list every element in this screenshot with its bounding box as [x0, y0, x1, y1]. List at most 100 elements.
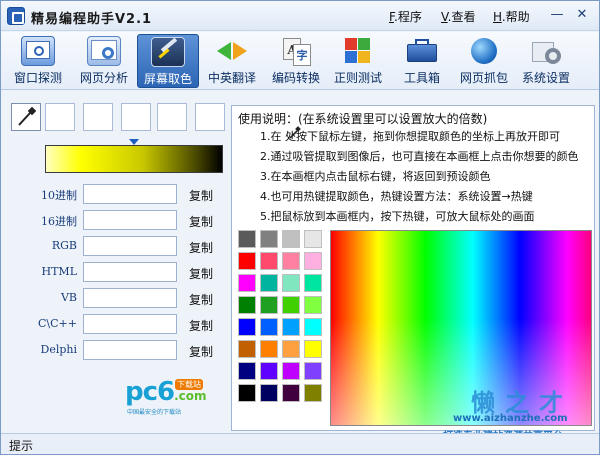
app-window: 精易编程助手V2.1 F.程序 V.查看 H.帮助 — ✕ 窗口探测 网页分析	[0, 0, 600, 455]
vb-label: VB	[60, 291, 77, 304]
usage-line: 5.把鼠标放到本画框内，按下热键，可放大鼠标处的画面	[260, 210, 535, 223]
palette-color-cell[interactable]	[260, 296, 278, 314]
minimize-button[interactable]: —	[546, 6, 568, 24]
palette-color-cell[interactable]	[282, 252, 300, 270]
rgb-field[interactable]	[83, 236, 177, 256]
toolbox-icon	[405, 36, 439, 66]
tool-toolbox[interactable]: 工具箱	[391, 34, 453, 88]
palette-color-cell[interactable]	[260, 340, 278, 358]
status-text: 提示	[9, 439, 34, 453]
usage-line: 1.在 处按下鼠标左键，拖到你想提取颜色的坐标上再放开即可	[260, 130, 560, 143]
palette-color-cell[interactable]	[260, 252, 278, 270]
pc6-logo: pc6.com 下载站 中国最安全的下载站	[125, 377, 207, 416]
tool-screen-color-picker[interactable]: 屏幕取色	[137, 34, 199, 88]
palette-color-cell[interactable]	[238, 274, 256, 292]
preset-palette	[238, 230, 326, 406]
tool-packet-capture[interactable]: 网页抓包	[453, 34, 515, 88]
window-title: 精易编程助手V2.1	[31, 12, 153, 27]
eyedropper-icon	[18, 106, 37, 126]
copy-rgb-button[interactable]: 复制	[189, 239, 213, 256]
usage-line: 4.也可用热键提取颜色，热键设置方法：系统设置→热键	[260, 190, 533, 203]
palette-color-cell[interactable]	[260, 384, 278, 402]
menu-view[interactable]: V.查看	[441, 8, 476, 25]
title-bar: 精易编程助手V2.1 F.程序 V.查看 H.帮助 — ✕	[1, 1, 599, 31]
encoding-convert-icon: A 字	[279, 36, 313, 66]
tool-window-probe[interactable]: 窗口探测	[7, 34, 69, 88]
palette-color-cell[interactable]	[260, 274, 278, 292]
tool-settings[interactable]: 系统设置	[515, 34, 577, 88]
copy-html-button[interactable]: 复制	[189, 265, 213, 282]
tool-translate[interactable]: 中英翻译	[201, 34, 263, 88]
app-logo-icon	[7, 7, 25, 25]
color-swatch[interactable]	[157, 103, 187, 131]
settings-icon	[529, 36, 563, 66]
web-analysis-icon	[87, 36, 121, 66]
color-panel: 10进制 复制 16进制 复制 RGB 复制 HTML 复制 VB 复制 C\C…	[7, 97, 229, 429]
copy-delphi-button[interactable]: 复制	[189, 343, 213, 360]
copy-dec-button[interactable]: 复制	[189, 187, 213, 204]
html-field[interactable]	[83, 262, 177, 282]
palette-color-cell[interactable]	[282, 362, 300, 380]
main-toolbar: 窗口探测 网页分析 屏幕取色 中英翻译 A 字 编码转换 正则测试 工具箱 网页…	[1, 32, 599, 90]
palette-color-cell[interactable]	[260, 230, 278, 248]
palette-color-cell[interactable]	[304, 340, 322, 358]
palette-color-cell[interactable]	[282, 274, 300, 292]
color-swatch[interactable]	[121, 103, 151, 131]
dec-label: 10进制	[41, 189, 77, 202]
tool-web-analysis[interactable]: 网页分析	[73, 34, 135, 88]
palette-color-cell[interactable]	[304, 274, 322, 292]
regex-test-icon	[341, 36, 375, 66]
palette-color-cell[interactable]	[238, 384, 256, 402]
translate-icon	[215, 36, 249, 66]
brightness-gradient[interactable]	[45, 145, 223, 173]
palette-color-cell[interactable]	[238, 340, 256, 358]
copy-hex-button[interactable]: 复制	[189, 213, 213, 230]
screen-color-picker-icon	[151, 37, 185, 67]
palette-color-cell[interactable]	[304, 318, 322, 336]
delphi-label: Delphi	[40, 343, 78, 356]
color-swatch[interactable]	[45, 103, 75, 131]
usage-line: 3.在本画框内点击鼠标右键，将返回到预设颜色	[260, 170, 491, 183]
palette-color-cell[interactable]	[304, 252, 322, 270]
html-label: HTML	[41, 265, 78, 278]
palette-color-cell[interactable]	[282, 318, 300, 336]
palette-color-cell[interactable]	[238, 230, 256, 248]
hex-label: 16进制	[41, 215, 77, 228]
close-button[interactable]: ✕	[571, 6, 593, 24]
menu-help[interactable]: H.帮助	[493, 8, 530, 25]
palette-color-cell[interactable]	[304, 362, 322, 380]
status-bar: 提示	[1, 433, 599, 454]
delphi-field[interactable]	[83, 340, 177, 360]
tool-encoding-convert[interactable]: A 字 编码转换	[265, 34, 327, 88]
palette-color-cell[interactable]	[238, 296, 256, 314]
palette-color-cell[interactable]	[238, 362, 256, 380]
palette-color-cell[interactable]	[238, 252, 256, 270]
usage-title: 使用说明：(在系统设置里可以设置放大的倍数)	[238, 112, 488, 126]
palette-color-cell[interactable]	[238, 318, 256, 336]
palette-color-cell[interactable]	[260, 318, 278, 336]
cpp-field[interactable]	[83, 314, 177, 334]
window-probe-icon	[21, 36, 55, 66]
eyedropper-icon	[289, 126, 301, 139]
palette-color-cell[interactable]	[304, 230, 322, 248]
eyedropper-picker[interactable]	[11, 103, 41, 131]
palette-color-cell[interactable]	[282, 340, 300, 358]
palette-color-cell[interactable]	[282, 384, 300, 402]
menu-program[interactable]: F.程序	[389, 8, 422, 25]
palette-color-cell[interactable]	[304, 384, 322, 402]
packet-capture-icon	[467, 36, 501, 66]
tool-regex-test[interactable]: 正则测试	[327, 34, 389, 88]
dec-field[interactable]	[83, 184, 177, 204]
palette-color-cell[interactable]	[260, 362, 278, 380]
cpp-label: C\C++	[38, 317, 77, 330]
color-swatch[interactable]	[83, 103, 113, 131]
palette-color-cell[interactable]	[304, 296, 322, 314]
palette-color-cell[interactable]	[282, 230, 300, 248]
copy-cpp-button[interactable]: 复制	[189, 317, 213, 334]
copy-vb-button[interactable]: 复制	[189, 291, 213, 308]
hex-field[interactable]	[83, 210, 177, 230]
usage-line: 2.通过吸管提取到图像后，也可直接在本画框上点击你想要的颜色	[260, 150, 579, 163]
palette-color-cell[interactable]	[282, 296, 300, 314]
vb-field[interactable]	[83, 288, 177, 308]
color-swatch[interactable]	[195, 103, 225, 131]
